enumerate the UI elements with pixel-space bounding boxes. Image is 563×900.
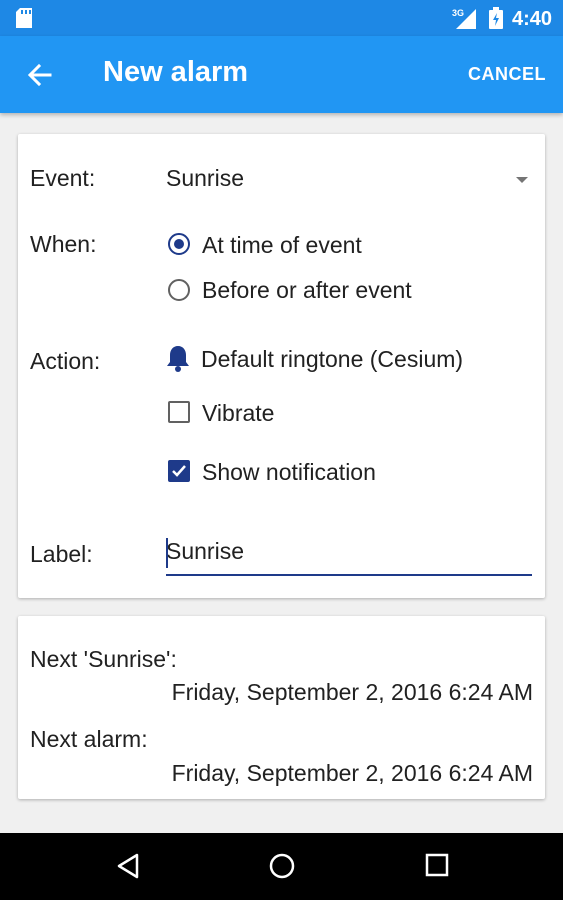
chevron-down-icon[interactable] <box>516 177 528 183</box>
status-bar: 3G 4:40 <box>0 0 563 36</box>
status-time: 4:40 <box>512 8 553 30</box>
bell-icon[interactable] <box>166 344 190 372</box>
radio-at-time-of-event[interactable] <box>168 233 190 255</box>
next-alarm-value: Friday, September 2, 2016 6:24 AM <box>171 760 533 786</box>
nav-back-icon[interactable] <box>115 852 141 880</box>
next-alarm-card: Next 'Sunrise': Friday, September 2, 201… <box>18 616 545 799</box>
when-label: When: <box>30 231 97 257</box>
page-title: New alarm <box>103 56 249 88</box>
show-notification-label: Show notification <box>202 459 376 485</box>
next-alarm-label: Next alarm: <box>30 726 148 752</box>
app-bar: New alarm CANCEL <box>0 36 563 113</box>
show-notification-checkbox[interactable] <box>168 460 190 482</box>
radio-before-or-after-event[interactable] <box>168 279 190 301</box>
arrow-back-icon[interactable] <box>26 61 54 89</box>
signal-icon: 3G <box>452 8 476 29</box>
event-value: Sunrise <box>166 165 244 191</box>
label-input-value: Sunrise <box>166 538 244 564</box>
action-label: Action: <box>30 348 101 374</box>
next-event-label: Next 'Sunrise': <box>30 646 177 672</box>
ringtone-selector[interactable]: Default ringtone (Cesium) <box>201 346 463 373</box>
radio-label-at-time: At time of event <box>202 232 362 258</box>
network-type: 3G <box>452 8 464 18</box>
vibrate-checkbox[interactable] <box>168 401 190 423</box>
system-nav-bar <box>0 833 563 900</box>
sd-card-icon <box>16 8 32 28</box>
nav-recents-icon[interactable] <box>425 852 449 878</box>
check-icon <box>172 465 186 477</box>
vibrate-label: Vibrate <box>202 400 275 426</box>
cancel-button[interactable]: CANCEL <box>468 64 546 85</box>
label-field-label: Label: <box>30 541 93 567</box>
battery-icon <box>489 7 503 29</box>
event-dropdown[interactable]: Sunrise <box>158 154 532 204</box>
alarm-form-card: Event: Sunrise When: At time of event Be… <box>18 134 545 598</box>
event-label: Event: <box>30 165 96 191</box>
radio-label-before-after: Before or after event <box>202 277 412 303</box>
label-input[interactable]: Sunrise <box>166 532 532 576</box>
nav-home-icon[interactable] <box>268 852 296 880</box>
text-caret <box>166 538 168 568</box>
next-event-value: Friday, September 2, 2016 6:24 AM <box>171 679 533 705</box>
